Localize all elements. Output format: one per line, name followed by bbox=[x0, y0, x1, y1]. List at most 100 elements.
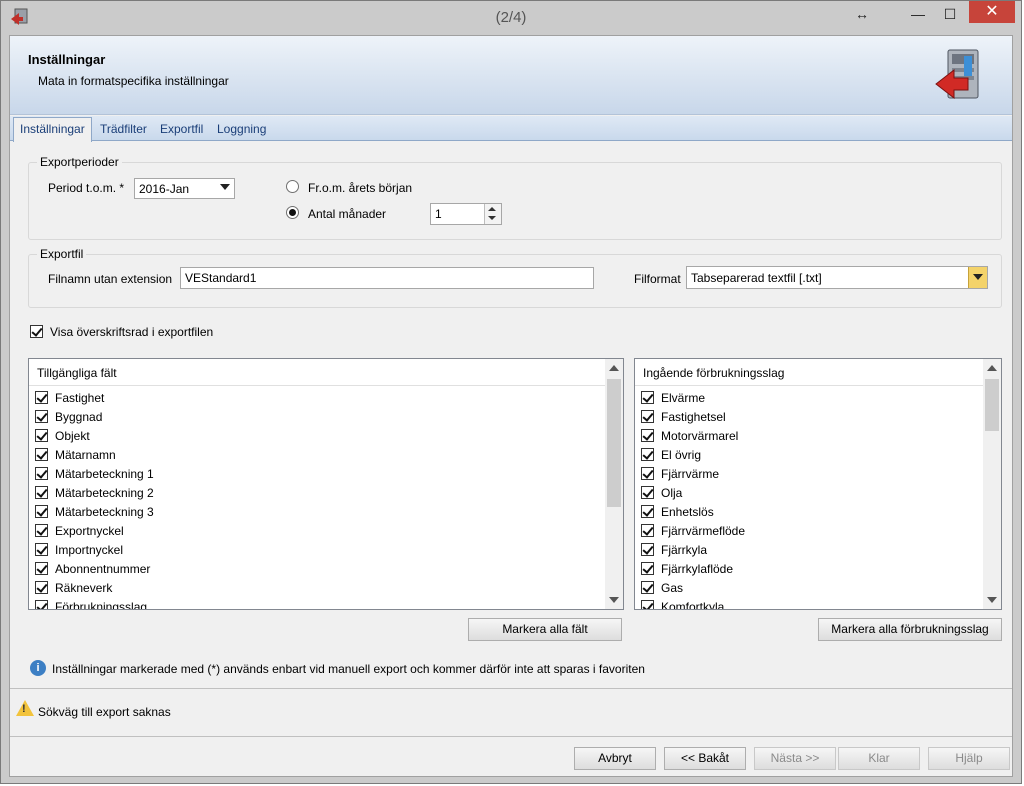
radio-months-label: Antal månader bbox=[308, 207, 387, 221]
back-button[interactable]: << Bakåt bbox=[664, 747, 746, 770]
format-value: Tabseparerad textfil [.txt] bbox=[691, 271, 822, 285]
close-button[interactable]: ✕ bbox=[969, 1, 1015, 23]
consumption-types-scrollbar[interactable] bbox=[983, 359, 1001, 609]
list-item-label: Olja bbox=[661, 486, 683, 500]
checkbox[interactable] bbox=[35, 505, 48, 518]
help-button[interactable]: Hjälp bbox=[928, 747, 1010, 770]
list-item-label: El övrig bbox=[661, 448, 702, 462]
title-bar[interactable]: (2/4) ↔ — ☐ ✕ bbox=[1, 1, 1021, 35]
list-item-label: Objekt bbox=[55, 429, 90, 443]
list-item-label: Exportnyckel bbox=[55, 524, 124, 538]
checkbox[interactable] bbox=[35, 486, 48, 499]
checkbox[interactable] bbox=[35, 410, 48, 423]
show-header-row-checkbox[interactable] bbox=[30, 325, 43, 338]
list-item-label: Fastighetsel bbox=[661, 410, 726, 424]
maximize-button[interactable]: ☐ bbox=[935, 1, 965, 27]
divider bbox=[10, 736, 1012, 737]
resize-icon[interactable]: ↔ bbox=[847, 1, 877, 27]
list-item-label: Motorvärmarel bbox=[661, 429, 739, 443]
available-fields-header: Tillgängliga fält bbox=[29, 359, 605, 386]
checkbox[interactable] bbox=[35, 429, 48, 442]
period-label: Period t.o.m. * bbox=[48, 181, 125, 195]
scroll-up-icon[interactable] bbox=[987, 365, 997, 371]
checkbox[interactable] bbox=[641, 391, 654, 404]
checkbox[interactable] bbox=[35, 600, 48, 609]
list-item-label: Mätarbeteckning 3 bbox=[55, 505, 154, 519]
filename-field[interactable]: VEStandard1 bbox=[180, 267, 594, 289]
page-title: Inställningar bbox=[28, 52, 106, 67]
status-warning-text: Sökväg till export saknas bbox=[38, 705, 171, 719]
select-all-fields-button[interactable]: Markera alla fält bbox=[468, 618, 622, 641]
scroll-thumb[interactable] bbox=[985, 379, 999, 431]
list-item-label: Komfortkyla bbox=[661, 600, 725, 610]
tab-loggning[interactable]: Loggning bbox=[211, 118, 272, 140]
page-subtitle: Mata in formatspecifika inställningar bbox=[38, 74, 229, 88]
radio-from-start-label: Fr.o.m. årets början bbox=[308, 181, 413, 195]
months-stepper[interactable]: 1 bbox=[430, 203, 502, 225]
select-all-consumption-types-button[interactable]: Markera alla förbrukningsslag bbox=[818, 618, 1002, 641]
list-item-label: Fjärrkyla bbox=[661, 543, 708, 557]
consumption-types-header-text: Ingående förbrukningsslag bbox=[643, 366, 785, 380]
checkbox[interactable] bbox=[641, 429, 654, 442]
list-item-label: Förbrukningsslag bbox=[55, 600, 148, 610]
filename-label: Filnamn utan extension bbox=[48, 272, 173, 286]
checkbox[interactable] bbox=[641, 524, 654, 537]
list-item-label: Enhetslös bbox=[661, 505, 714, 519]
chevron-down-icon bbox=[220, 184, 230, 190]
scroll-up-icon[interactable] bbox=[609, 365, 619, 371]
tab-tradfilter[interactable]: Trädfilter bbox=[94, 118, 153, 140]
cancel-button[interactable]: Avbryt bbox=[574, 747, 656, 770]
checkbox[interactable] bbox=[641, 410, 654, 423]
next-button[interactable]: Nästa >> bbox=[754, 747, 836, 770]
finish-button[interactable]: Klar bbox=[838, 747, 920, 770]
checkbox[interactable] bbox=[35, 581, 48, 594]
format-select[interactable]: Tabseparerad textfil [.txt] bbox=[686, 266, 988, 289]
scroll-down-icon[interactable] bbox=[609, 597, 619, 603]
checkbox[interactable] bbox=[641, 581, 654, 594]
list-item-label: Elvärme bbox=[661, 391, 706, 405]
checkbox[interactable] bbox=[35, 448, 48, 461]
radio-from-start[interactable] bbox=[286, 180, 299, 193]
list-item-label: Byggnad bbox=[55, 410, 103, 424]
checkbox[interactable] bbox=[641, 543, 654, 556]
scroll-down-icon[interactable] bbox=[987, 597, 997, 603]
radio-months[interactable] bbox=[286, 206, 299, 219]
checkbox[interactable] bbox=[35, 543, 48, 556]
list-item-label: Fjärrvärme bbox=[661, 467, 720, 481]
checkbox[interactable] bbox=[641, 467, 654, 480]
months-value: 1 bbox=[435, 207, 442, 221]
exportperioder-legend: Exportperioder bbox=[37, 155, 122, 169]
checkbox[interactable] bbox=[641, 562, 654, 575]
spin-down-icon[interactable] bbox=[488, 216, 496, 220]
available-fields-header-text: Tillgängliga fält bbox=[37, 366, 117, 380]
checkbox[interactable] bbox=[641, 600, 654, 609]
available-fields-scrollbar[interactable] bbox=[605, 359, 623, 609]
checkbox[interactable] bbox=[35, 524, 48, 537]
exportperioder-group: Exportperioder bbox=[28, 155, 1002, 240]
checkbox[interactable] bbox=[641, 505, 654, 518]
show-header-row-label: Visa överskriftsrad i exportfilen bbox=[50, 325, 214, 339]
checkbox[interactable] bbox=[35, 391, 48, 404]
list-item-label: Mätarbeteckning 1 bbox=[55, 467, 154, 481]
server-export-icon bbox=[935, 49, 979, 100]
list-item-label: Fastighet bbox=[55, 391, 105, 405]
consumption-types-list[interactable]: Ingående förbrukningsslag Elvärme Fastig… bbox=[634, 358, 1002, 610]
wizard-client-area: Inställningar Mata in formatspecifika in… bbox=[9, 35, 1013, 777]
exportfil-legend: Exportfil bbox=[37, 247, 87, 261]
tab-installningar[interactable]: Inställningar bbox=[13, 117, 92, 142]
list-item-label: Mätarbeteckning 2 bbox=[55, 486, 154, 500]
spin-up-icon[interactable] bbox=[488, 207, 496, 211]
period-select[interactable]: 2016-Jan bbox=[134, 178, 235, 199]
tab-strip: Inställningar Trädfilter Exportfil Loggn… bbox=[10, 116, 1012, 142]
checkbox[interactable] bbox=[35, 467, 48, 480]
tab-exportfil[interactable]: Exportfil bbox=[154, 118, 209, 140]
available-fields-list[interactable]: Tillgängliga fält Fastighet Byggnad Obje… bbox=[28, 358, 624, 610]
checkbox[interactable] bbox=[35, 562, 48, 575]
wizard-window: (2/4) ↔ — ☐ ✕ Inställningar Mata in form… bbox=[0, 0, 1022, 784]
list-item-label: Abonnentnummer bbox=[55, 562, 151, 576]
spin-buttons[interactable] bbox=[484, 204, 501, 224]
checkbox[interactable] bbox=[641, 486, 654, 499]
checkbox[interactable] bbox=[641, 448, 654, 461]
minimize-button[interactable]: — bbox=[903, 1, 933, 27]
scroll-thumb[interactable] bbox=[607, 379, 621, 507]
